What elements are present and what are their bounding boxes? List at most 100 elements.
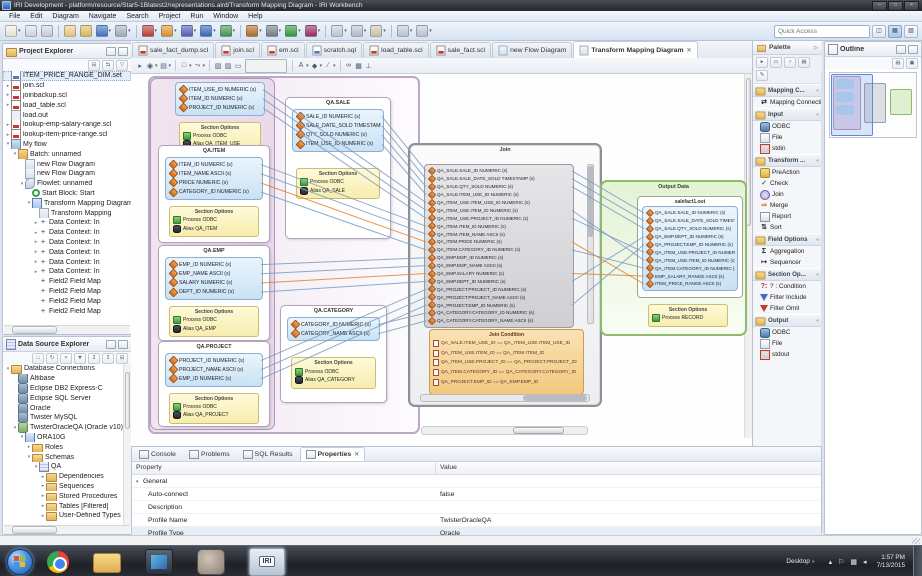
- menu-search[interactable]: Search: [121, 13, 153, 20]
- maximize-view-icon[interactable]: [118, 340, 128, 349]
- palette-item-check[interactable]: ✓Check: [753, 178, 821, 189]
- project-explorer-item[interactable]: ▸+Data Context: In: [3, 257, 131, 267]
- project-explorer-item[interactable]: load.out: [3, 110, 131, 120]
- forward-button[interactable]: ▾: [415, 24, 433, 38]
- field-row[interactable]: QA_EMP.DEPT_ID NUMERIC (s): [645, 233, 735, 241]
- palette-section-header[interactable]: Section Op...«: [753, 268, 821, 281]
- join-condition-box[interactable]: Join Condition QA_SALE.ITEM_USE_ID == QA…: [429, 329, 584, 395]
- data-source-explorer-item[interactable]: ▸Dependencies: [3, 472, 123, 482]
- editor-tab-scratch-sql[interactable]: scratch.sql: [306, 42, 362, 58]
- field-row[interactable]: ITEM_NAME ASCII (s): [168, 169, 260, 178]
- close-tab-icon[interactable]: ✕: [687, 47, 692, 54]
- field-row[interactable]: ITEM_ID NUMERIC (s): [178, 94, 262, 103]
- desktop-toolbar-label[interactable]: Desktop: [786, 558, 809, 565]
- field-row[interactable]: ITEM_PRICE_RANGE ASCII (s): [645, 280, 735, 288]
- collapse-section-icon[interactable]: «: [816, 158, 819, 164]
- project-explorer-item[interactable]: ▾My flow: [3, 140, 131, 150]
- media-app-taskbar-icon[interactable]: [145, 549, 173, 575]
- palette-item--condition[interactable]: ?:? : Condition: [753, 281, 821, 292]
- back-button[interactable]: ▾: [396, 24, 414, 38]
- field-row[interactable]: EMP_SALARY_RANGE ASCII (s): [645, 272, 735, 280]
- field-row[interactable]: QA_ITEM.CATEGORY_ID NUMERIC (s): [645, 264, 735, 272]
- property-row[interactable]: ▾General: [132, 475, 821, 488]
- project-explorer-item[interactable]: ▸+Data Context: In: [3, 238, 131, 248]
- minimize-icon[interactable]: –: [872, 1, 887, 11]
- section-option-row[interactable]: Alias QA_CATEGORY: [295, 376, 372, 385]
- field-row[interactable]: QA_PROJECT.EMP_ID NUMERIC (s): [645, 241, 735, 249]
- section-option-row[interactable]: Process ODBC: [295, 367, 372, 376]
- entity-qa-category[interactable]: QA.CATEGORYCATEGORY_ID NUMERIC (s)CATEGO…: [280, 305, 387, 403]
- palette-item-aggregation[interactable]: ΣAggregation: [753, 246, 821, 257]
- filter-button[interactable]: ▼: [74, 353, 86, 364]
- field-row[interactable]: QA_SALE.QTY_SOLD NUMERIC (s): [645, 225, 735, 233]
- metadata-button[interactable]: ▾: [219, 24, 237, 38]
- outline-thumbnail[interactable]: [829, 72, 917, 138]
- close-icon[interactable]: ×: [904, 1, 919, 11]
- debug-button[interactable]: ▾: [265, 24, 283, 38]
- output-data-container[interactable]: Output Data salefact1.out QA_SALE.SALE_I…: [600, 180, 747, 336]
- entity-qa-emp[interactable]: QA.EMPEMP_ID NUMERIC (s)EMP_NAME ASCII (…: [158, 245, 270, 341]
- field-row[interactable]: EMP_ID NUMERIC (s): [168, 374, 260, 383]
- project-explorer-item[interactable]: ▾Transform Mapping Diagram: [3, 198, 131, 208]
- section-option-row[interactable]: Process ODBC: [300, 178, 376, 187]
- data-source-explorer-hscrollbar[interactable]: [4, 525, 130, 534]
- join-condition-row[interactable]: QA_PROJECT.EMP_ID == QA_EMP.EMP_ID: [433, 377, 580, 387]
- field-row[interactable]: QA_EMP.EMP_NAME ASCII (s): [427, 262, 571, 270]
- project-explorer-item[interactable]: ▸+Data Context: In: [3, 228, 131, 238]
- section-options-box[interactable]: Section OptionsProcess ODBCAlias QA_PROJ…: [169, 393, 259, 424]
- project-explorer-item[interactable]: ▸+Data Context: In: [3, 218, 131, 228]
- field-row[interactable]: ITEM_ID NUMERIC (s): [168, 160, 260, 169]
- link-with-editor-button[interactable]: ⇆: [102, 60, 114, 71]
- project-explorer-item[interactable]: +Field2 Field Map: [3, 306, 131, 316]
- entity-qa-sale[interactable]: QA.SALESALE_ID NUMERIC (s)SALE_DATE_SOLD…: [285, 97, 391, 239]
- field-row[interactable]: QA_ITEM.PRICE NUMERIC (s): [427, 238, 571, 246]
- project-explorer-item[interactable]: ▸+Data Context: In: [3, 247, 131, 257]
- palette-section-header[interactable]: Field Options«: [753, 233, 821, 246]
- section-options-box[interactable]: Section OptionsProcess ODBCAlias QA_ITEM: [169, 206, 259, 237]
- select-tool[interactable]: ▸: [756, 57, 768, 68]
- section-options-box[interactable]: Section OptionsProcess ODBCAlias QA_SALE: [296, 168, 380, 199]
- collapse-all-button[interactable]: ⊟: [116, 353, 128, 364]
- export-image-tool-button[interactable]: ▨: [224, 62, 232, 70]
- palette-section-header[interactable]: Input«: [753, 108, 821, 121]
- zoom-in-tool[interactable]: ○: [784, 57, 796, 68]
- field-row[interactable]: QA_EMP.EMP_ID NUMERIC (s): [427, 254, 571, 262]
- menu-edit[interactable]: Edit: [25, 13, 47, 20]
- menu-navigate[interactable]: Navigate: [84, 13, 122, 20]
- project-explorer-item[interactable]: ITEM_PRICE_RANGE_DIM.set: [3, 71, 131, 81]
- sortcl-job-button[interactable]: ▾: [141, 24, 159, 38]
- maximize-view-icon[interactable]: [908, 45, 918, 54]
- join-vscrollbar[interactable]: [587, 164, 594, 324]
- grid-tool-button[interactable]: ▦: [355, 62, 363, 70]
- palette-item-merge[interactable]: ⇒Merge: [753, 200, 821, 211]
- marquee-tool[interactable]: ▭: [770, 57, 782, 68]
- canvas-hscrollbar[interactable]: [421, 426, 588, 435]
- menu-run[interactable]: Run: [185, 13, 208, 20]
- project-explorer-item[interactable]: new Flow Diagram: [3, 159, 131, 169]
- query-button[interactable]: ▾: [304, 24, 322, 38]
- collapse-section-icon[interactable]: «: [816, 272, 819, 278]
- bottom-tab-problems[interactable]: Problems: [183, 447, 236, 461]
- field-row[interactable]: ITEM_USE_ID NUMERIC (s): [295, 140, 381, 149]
- palette-item-filter-include[interactable]: Filter Include: [753, 292, 821, 303]
- field-row[interactable]: PROJECT_NAME ASCII (s): [168, 365, 260, 374]
- palette-item-report[interactable]: Report: [753, 211, 821, 222]
- bottom-tab-console[interactable]: Console: [133, 447, 182, 461]
- data-source-explorer-item[interactable]: ▾Schemas: [3, 452, 123, 462]
- field-row[interactable]: QA_ITEM_USE.ITEM_ID NUMERIC (s): [427, 206, 571, 214]
- palette-item-preaction[interactable]: PreAction: [753, 167, 821, 178]
- field-row[interactable]: QA_ITEM_USE.ITEM_ID NUMERIC (s): [645, 256, 735, 264]
- field-row[interactable]: QA_PROJECT.PROJECT_NAME ASCII (s): [427, 293, 571, 301]
- save-all-button[interactable]: [40, 24, 54, 38]
- data-source-explorer-item[interactable]: Twister MySQL: [3, 413, 123, 423]
- field-row[interactable]: PROJECT_ID NUMERIC (s): [178, 103, 262, 112]
- field-row[interactable]: QA_EMP.DEPT_ID NUMERIC (s): [427, 277, 571, 285]
- minimize-view-icon[interactable]: [106, 340, 116, 349]
- field-row[interactable]: CATEGORY_NAME ASCII (s): [290, 329, 377, 338]
- snap-tool-button[interactable]: ⊥: [365, 62, 373, 70]
- project-explorer-item[interactable]: +Field2 Field Map: [3, 277, 131, 287]
- collapse-section-icon[interactable]: «: [816, 237, 819, 243]
- project-explorer-item[interactable]: +Field2 Field Map: [3, 296, 131, 306]
- join-condition-row[interactable]: QA_SALE.ITEM_USE_ID == QA_ITEM_USE.ITEM_…: [433, 339, 580, 349]
- project-explorer-item[interactable]: new Flow Diagram: [3, 169, 131, 179]
